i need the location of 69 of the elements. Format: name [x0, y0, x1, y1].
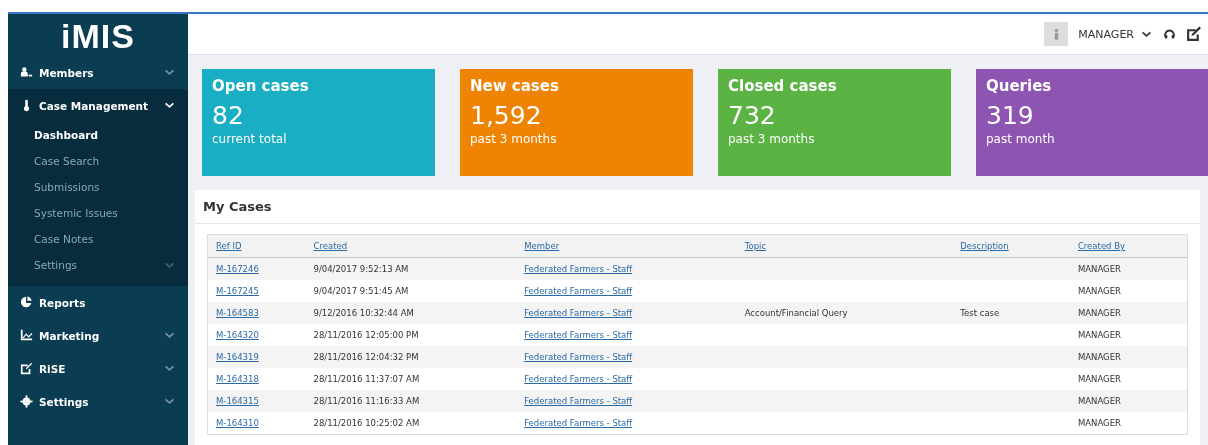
card-note: past 3 months: [728, 132, 816, 146]
table-cell: 28/11/2016 12:04:32 PM: [313, 352, 419, 362]
table-cell: MANAGER: [1077, 352, 1121, 362]
sidebar-item[interactable]: Members: [8, 56, 188, 89]
card-title: Closed cases: [728, 77, 838, 95]
column-header[interactable]: Ref ID: [216, 241, 242, 251]
member-link[interactable]: Federated Farmers - Staff: [524, 374, 633, 384]
people-icon: [20, 66, 33, 79]
table-cell: 28/11/2016 11:37:07 AM: [313, 374, 420, 384]
compose-icon: [1186, 26, 1202, 42]
member-link[interactable]: Federated Farmers - Staff: [524, 286, 633, 296]
case-link[interactable]: M-164583: [216, 308, 259, 318]
case-link[interactable]: M-164318: [216, 374, 259, 384]
headset-icon: [1163, 27, 1176, 41]
column-header[interactable]: Topic: [744, 241, 767, 251]
sidebar-item[interactable]: Case Management: [8, 89, 188, 122]
card-value: 1,592: [470, 101, 543, 130]
card-note: past month: [986, 132, 1056, 146]
table-cell: 9/12/2016 10:32:44 AM: [313, 308, 414, 318]
table-cell: MANAGER: [1077, 396, 1121, 406]
case-link[interactable]: M-164310: [216, 418, 259, 428]
column-header[interactable]: Member: [524, 241, 560, 251]
sidebar-item[interactable]: RiSE: [8, 352, 188, 385]
card-value: 732: [728, 101, 777, 130]
table-cell: Test case: [960, 308, 1000, 318]
column-header[interactable]: Created: [313, 241, 348, 251]
card-value: 82: [212, 101, 245, 130]
table-cell: Account/Financial Query: [744, 308, 848, 318]
line-chart-icon: [20, 329, 33, 342]
table-cell: 28/11/2016 12:05:00 PM: [313, 330, 419, 340]
case-link[interactable]: M-167245: [216, 286, 259, 296]
sidebar-item[interactable]: Marketing: [8, 319, 188, 352]
edit-icon: [20, 362, 33, 375]
case-link[interactable]: M-167246: [216, 264, 259, 274]
column-header[interactable]: Description: [960, 241, 1009, 251]
pie-chart-icon: [20, 296, 33, 309]
card-value: 319: [986, 101, 1035, 130]
table-cell: 9/04/2017 9:52:13 AM: [313, 264, 409, 274]
card-note: past 3 months: [470, 132, 558, 146]
sidebar-item[interactable]: Settings: [8, 385, 188, 418]
table-cell: MANAGER: [1077, 418, 1121, 428]
card-note: current total: [212, 132, 288, 146]
table-cell: 28/11/2016 11:16:33 AM: [313, 396, 420, 406]
card-title: Queries: [986, 77, 1053, 95]
table-cell: 28/11/2016 10:25:02 AM: [313, 418, 420, 428]
submenu-item[interactable]: Case Notes: [8, 226, 188, 252]
logo: iMIS: [60, 16, 136, 56]
submenu-item[interactable]: Submissions: [8, 174, 188, 200]
table-cell: MANAGER: [1077, 308, 1121, 318]
table-cell: MANAGER: [1077, 264, 1121, 274]
submenu-item[interactable]: Systemic Issues: [8, 200, 188, 226]
submenu-item[interactable]: Settings: [8, 252, 188, 278]
member-link[interactable]: Federated Farmers - Staff: [524, 330, 633, 340]
case-link[interactable]: M-164319: [216, 352, 259, 362]
table-cell: MANAGER: [1077, 374, 1121, 384]
submenu-item[interactable]: Case Search: [8, 148, 188, 174]
table-cell: MANAGER: [1077, 330, 1121, 340]
panel-title: My Cases: [195, 190, 1200, 224]
user-menu[interactable]: MANAGER: [1078, 27, 1153, 41]
card-title: New cases: [470, 77, 560, 95]
case-link[interactable]: M-164320: [216, 330, 259, 340]
submenu-item[interactable]: Dashboard: [8, 122, 188, 148]
case-link[interactable]: M-164315: [216, 396, 259, 406]
member-link[interactable]: Federated Farmers - Staff: [524, 418, 633, 428]
sidebar-item[interactable]: Reports: [8, 286, 188, 319]
table-cell: 9/04/2017 9:51:45 AM: [313, 286, 409, 296]
table-cell: MANAGER: [1077, 286, 1121, 296]
column-header[interactable]: Created By: [1077, 241, 1126, 251]
card-title: Open cases: [212, 77, 310, 95]
